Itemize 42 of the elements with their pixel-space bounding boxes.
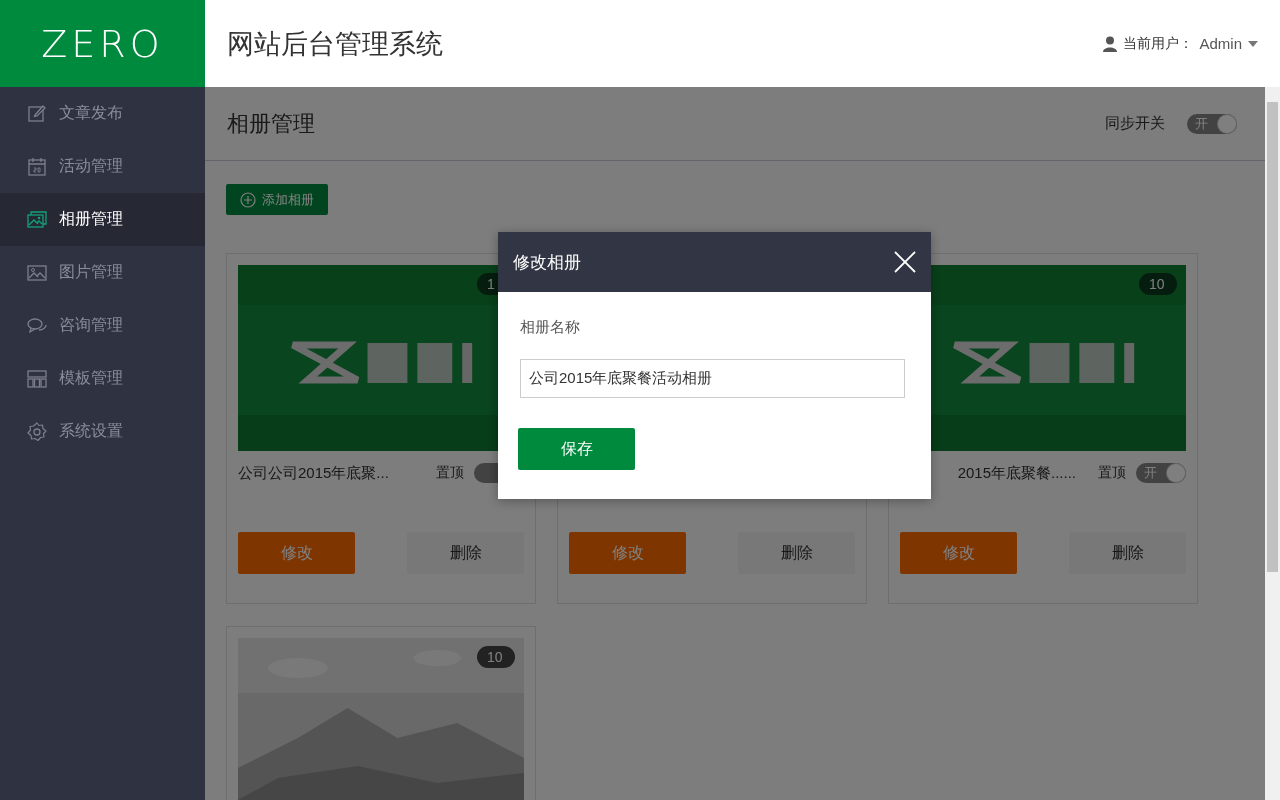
sidebar-item[interactable]: 图片管理 [0, 246, 205, 299]
edit-icon [27, 103, 47, 124]
sidebar-item[interactable]: 相册管理 [0, 193, 205, 246]
user-icon [1103, 35, 1118, 52]
dialog-title: 修改相册 [513, 251, 581, 274]
calendar-icon [27, 156, 47, 177]
album-title: 公司公司2015年底聚... [238, 463, 390, 483]
page-title: 相册管理 [227, 109, 315, 138]
album-title: 2015年底聚餐...... [956, 463, 1076, 483]
sidebar-item[interactable]: 咨询管理 [0, 299, 205, 352]
user-label: 当前用户： [1123, 34, 1194, 53]
user-name[interactable]: Admin [1199, 35, 1242, 52]
edit-button[interactable]: 修改 [238, 532, 355, 574]
close-icon[interactable] [894, 251, 916, 273]
caret-icon[interactable] [1248, 40, 1258, 47]
photo-album-icon [27, 209, 47, 230]
delete-button[interactable]: 删除 [407, 532, 524, 574]
chat-icon [27, 315, 47, 336]
delete-button[interactable]: 删除 [1069, 532, 1186, 574]
plus-icon [240, 191, 256, 208]
layout-icon [27, 368, 47, 389]
sidebar-item[interactable]: 文章发布 [0, 87, 205, 140]
photo-count-badge: 10 [1139, 273, 1177, 295]
scrollbar[interactable] [1265, 87, 1280, 800]
pin-label: 置顶 [436, 464, 464, 482]
image-icon [27, 262, 47, 283]
edit-button[interactable]: 修改 [569, 532, 686, 574]
save-button[interactable]: 保存 [518, 428, 635, 470]
sidebar-item[interactable]: 活动管理 [0, 140, 205, 193]
logo: ZERO [0, 0, 205, 87]
album-name-field[interactable]: 公司2015年底聚餐活动相册 [520, 359, 905, 398]
settings-icon [27, 421, 47, 442]
photo-count-badge: 10 [477, 646, 515, 668]
add-album-button[interactable]: 添加相册 [226, 184, 328, 215]
edit-button[interactable]: 修改 [900, 532, 1017, 574]
app-title: 网站后台管理系统 [227, 27, 443, 61]
delete-button[interactable]: 删除 [738, 532, 855, 574]
sidebar-item[interactable]: 系统设置 [0, 405, 205, 458]
sync-label: 同步开关 [1105, 114, 1165, 133]
field-label: 相册名称 [520, 318, 581, 337]
pin-label: 置顶 [1098, 464, 1126, 482]
sidebar-item[interactable]: 模板管理 [0, 352, 205, 405]
